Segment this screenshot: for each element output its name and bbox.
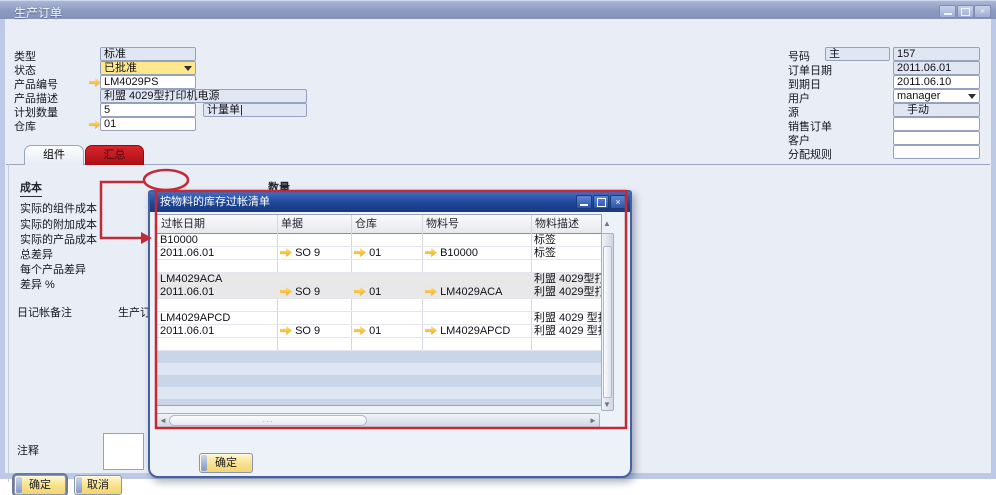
- maximize-icon[interactable]: [593, 195, 609, 209]
- number-field: 157: [893, 47, 980, 61]
- link-arrow-icon[interactable]: [280, 248, 292, 257]
- dist-rule-field[interactable]: [893, 145, 980, 159]
- table-row[interactable]: 2011.06.01 SO 9 01 LM4029ACA 利盟 4029型打印: [157, 286, 601, 299]
- dialog-title: 按物料的库存过帐清单: [160, 196, 270, 208]
- cost-row-label: 每个产品差异: [20, 261, 86, 277]
- tab-panel-border-left: [8, 164, 9, 482]
- column-header[interactable]: 物料描述: [531, 215, 601, 234]
- minimize-icon[interactable]: [939, 5, 956, 18]
- column-header[interactable]: 单据: [277, 215, 351, 234]
- stock-posting-list-dialog: 按物料的库存过帐清单 × 过帐日期 单据 仓库 物料号 物料描述 B10000 …: [148, 190, 632, 478]
- table-row[interactable]: [157, 260, 601, 273]
- remarks-textarea[interactable]: [103, 433, 144, 470]
- column-header[interactable]: 物料号: [422, 215, 531, 234]
- user-dropdown[interactable]: manager: [893, 89, 980, 103]
- tab-components[interactable]: 组件: [24, 145, 84, 165]
- cost-row-label: 实际的组件成本: [20, 200, 97, 216]
- close-icon[interactable]: ×: [974, 5, 991, 18]
- empty-row: [157, 351, 601, 363]
- scrollbar-thumb[interactable]: ···: [169, 415, 367, 426]
- order-date-field: 2011.06.01: [893, 61, 980, 75]
- restore-icon[interactable]: [957, 5, 974, 18]
- dialog-ok-button[interactable]: 确定: [199, 453, 253, 473]
- link-arrow-icon[interactable]: [354, 287, 366, 296]
- link-arrow-icon[interactable]: [280, 326, 292, 335]
- sales-order-field[interactable]: [893, 117, 980, 131]
- planned-qty-field[interactable]: 5: [100, 103, 196, 117]
- due-date-field[interactable]: 2011.06.10: [893, 75, 980, 89]
- warehouse-field[interactable]: 01: [100, 117, 196, 131]
- customer-field[interactable]: [893, 131, 980, 145]
- empty-row: [157, 387, 601, 399]
- dialog-titlebar[interactable]: 按物料的库存过帐清单 ×: [150, 192, 630, 212]
- empty-row: [157, 363, 601, 375]
- table-row[interactable]: [157, 299, 601, 312]
- vertical-scrollbar[interactable]: [601, 233, 614, 411]
- scroll-up-icon[interactable]: ▲: [601, 217, 613, 230]
- link-arrow-icon[interactable]: [425, 248, 437, 257]
- number-type-field[interactable]: 主: [825, 47, 890, 61]
- product-desc-field: 利盟 4029型打印机电源: [100, 89, 307, 103]
- table-row[interactable]: LM4029APCD 利盟 4029 型打印: [157, 312, 601, 325]
- table-row[interactable]: 2011.06.01 SO 9 01 LM4029APCD 利盟 4029 型打…: [157, 325, 601, 338]
- type-field: 标准: [100, 47, 196, 61]
- table-row[interactable]: [157, 338, 601, 351]
- link-arrow-icon[interactable]: [280, 287, 292, 296]
- posting-table: 过帐日期 单据 仓库 物料号 物料描述 B10000 标签 2011.06.01…: [156, 214, 602, 406]
- journal-remark-value[interactable]: 生产订: [118, 304, 150, 320]
- window-titlebar[interactable]: 生产订单 ×: [0, 0, 996, 19]
- product-no-field[interactable]: LM4029PS: [100, 75, 196, 89]
- dist-rule-label: 分配规则: [788, 146, 832, 162]
- cost-row-label: 实际的附加成本: [20, 216, 97, 232]
- cost-row-label: 实际的产品成本: [20, 231, 97, 247]
- table-row[interactable]: LM4029ACA 利盟 4029型打印: [157, 273, 601, 286]
- column-header[interactable]: 仓库: [351, 215, 422, 234]
- column-header[interactable]: 过帐日期: [157, 215, 277, 234]
- remarks-label: 注释: [17, 442, 39, 458]
- minimize-icon[interactable]: [576, 195, 592, 209]
- chevron-down-icon: [968, 94, 976, 99]
- tab-panel-border: [6, 164, 990, 165]
- link-arrow-icon[interactable]: [425, 326, 437, 335]
- empty-row: [157, 375, 601, 387]
- status-dropdown[interactable]: 已批准: [100, 61, 196, 75]
- journal-remark-label: 日记帐备注: [17, 304, 72, 320]
- link-arrow-icon[interactable]: [425, 287, 437, 296]
- warehouse-label: 仓库: [14, 118, 36, 134]
- link-arrow-icon[interactable]: [354, 248, 366, 257]
- empty-row: [157, 399, 601, 405]
- horizontal-scrollbar[interactable]: ◄ ··· ►: [156, 413, 600, 428]
- uom-field: 计量单|: [203, 103, 307, 117]
- ok-button[interactable]: 确定: [14, 475, 66, 495]
- scroll-down-icon[interactable]: ▼: [601, 398, 613, 411]
- scroll-right-icon[interactable]: ►: [587, 414, 599, 427]
- source-field: 手动: [893, 103, 980, 117]
- link-arrow-icon[interactable]: [354, 326, 366, 335]
- close-icon[interactable]: ×: [610, 195, 626, 209]
- scroll-left-icon[interactable]: ◄: [157, 414, 169, 427]
- cancel-button[interactable]: 取消: [74, 475, 122, 495]
- cost-row-label: 总差异: [20, 246, 53, 262]
- cost-section-header: 成本: [20, 179, 42, 197]
- window-title: 生产订单: [14, 4, 62, 21]
- table-row[interactable]: 2011.06.01 SO 9 01 B10000 标签: [157, 247, 601, 260]
- tab-summary-highlighted[interactable]: 汇总: [85, 145, 144, 165]
- table-row[interactable]: B10000 标签: [157, 234, 601, 247]
- cost-row-label: 差异 %: [20, 276, 55, 292]
- chevron-down-icon: [184, 66, 192, 71]
